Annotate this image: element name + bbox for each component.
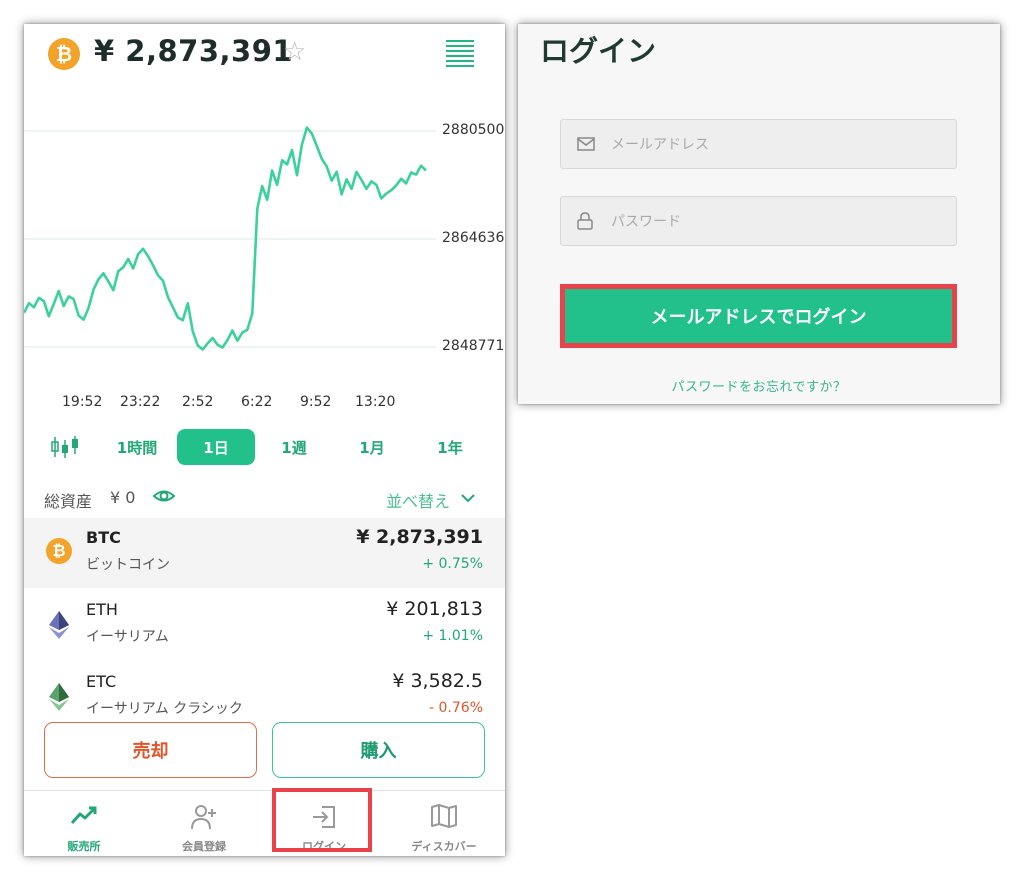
bitcoin-icon: ₿ — [46, 538, 72, 564]
mail-icon — [577, 137, 595, 151]
nav-label: ディスカバー — [411, 840, 477, 853]
nav-item-sales[interactable]: 販売所 — [24, 791, 144, 856]
star-icon[interactable]: ☆ — [283, 37, 306, 67]
ethereum-icon — [46, 610, 72, 639]
coin-symbol: ETH — [86, 600, 118, 619]
nav-label: 会員登録 — [182, 840, 226, 853]
list-icon[interactable] — [446, 40, 474, 70]
x-tick-label: 23:22 — [120, 394, 161, 410]
x-tick-label: 2:52 — [182, 394, 214, 410]
x-tick-label: 19:52 — [62, 394, 103, 410]
coin-row-btc[interactable]: ₿ BTC ビットコイン ¥ 2,873,391 + 0.75% — [24, 518, 505, 588]
coin-name: イーサリアム クラシック — [86, 701, 243, 717]
x-tick-label: 6:22 — [241, 394, 273, 410]
login-title: ログイン — [540, 34, 657, 68]
email-input[interactable] — [609, 132, 943, 158]
coin-symbol: ETC — [86, 672, 117, 691]
forgot-password-link[interactable]: パスワードをお忘れですか？ — [518, 376, 1000, 395]
coin-symbol: BTC — [86, 528, 121, 547]
x-tick-label: 9:52 — [300, 394, 332, 410]
buy-button[interactable]: 購入 — [272, 722, 485, 778]
coin-price: ¥ 3,582.5 — [392, 670, 483, 692]
total-assets-label: 総資産 — [44, 492, 93, 511]
email-login-button[interactable]: メールアドレスでログイン — [560, 284, 957, 348]
y-tick-label: 2864636 — [442, 230, 505, 246]
coin-price: ¥ 2,873,391 — [356, 526, 483, 548]
add-user-icon — [191, 805, 216, 830]
period-1d[interactable]: 1日 — [177, 429, 255, 465]
coin-name: ビットコイン — [86, 557, 170, 573]
nav-label: 販売所 — [67, 840, 101, 853]
login-nav-highlight — [272, 788, 372, 852]
lock-icon — [577, 212, 593, 230]
coin-change: + 0.75% — [422, 556, 483, 572]
coin-name: イーサリアム — [86, 629, 169, 645]
coin-price: ¥ 201,813 — [386, 598, 483, 620]
chevron-down-icon[interactable] — [460, 490, 476, 510]
x-tick-label: 13:20 — [355, 394, 396, 410]
sort-button[interactable]: 並べ替え — [386, 488, 450, 512]
sell-button[interactable]: 売却 — [44, 722, 257, 778]
login-screen: ログイン メールアドレスでログイン パスワードをお忘れですか？ — [518, 24, 1000, 404]
period-1m[interactable]: 1月 — [333, 429, 411, 465]
bottom-nav: 販売所 会員登録 ログイン ディスカバー — [24, 790, 505, 856]
email-field[interactable] — [560, 119, 957, 169]
password-field[interactable] — [560, 196, 957, 246]
period-1h[interactable]: 1時間 — [98, 429, 176, 465]
bitcoin-icon: ₿ — [48, 38, 80, 70]
candlestick-icon[interactable] — [50, 434, 80, 464]
password-input[interactable] — [609, 209, 943, 235]
price-chart[interactable] — [24, 114, 505, 384]
market-screen: ₿ ¥ 2,873,391 ☆ 2880500 2864636 2848771 … — [24, 24, 505, 856]
y-tick-label: 2848771 — [442, 338, 505, 354]
period-1w[interactable]: 1週 — [255, 429, 333, 465]
nav-item-register[interactable]: 会員登録 — [144, 791, 264, 856]
header-price: ¥ 2,873,391 — [94, 34, 294, 68]
ethereum-classic-icon — [46, 682, 72, 711]
nav-item-discover[interactable]: ディスカバー — [384, 791, 504, 856]
total-assets-value: ¥ 0 — [110, 488, 136, 507]
trend-up-icon — [70, 806, 97, 824]
coin-change: + 1.01% — [422, 628, 483, 644]
coin-row-eth[interactable]: ETH イーサリアム ¥ 201,813 + 1.01% — [24, 590, 505, 660]
y-tick-label: 2880500 — [442, 122, 505, 138]
map-icon — [431, 804, 457, 828]
coin-change: - 0.76% — [429, 700, 483, 716]
period-1y[interactable]: 1年 — [411, 429, 489, 465]
eye-icon[interactable] — [152, 486, 176, 510]
